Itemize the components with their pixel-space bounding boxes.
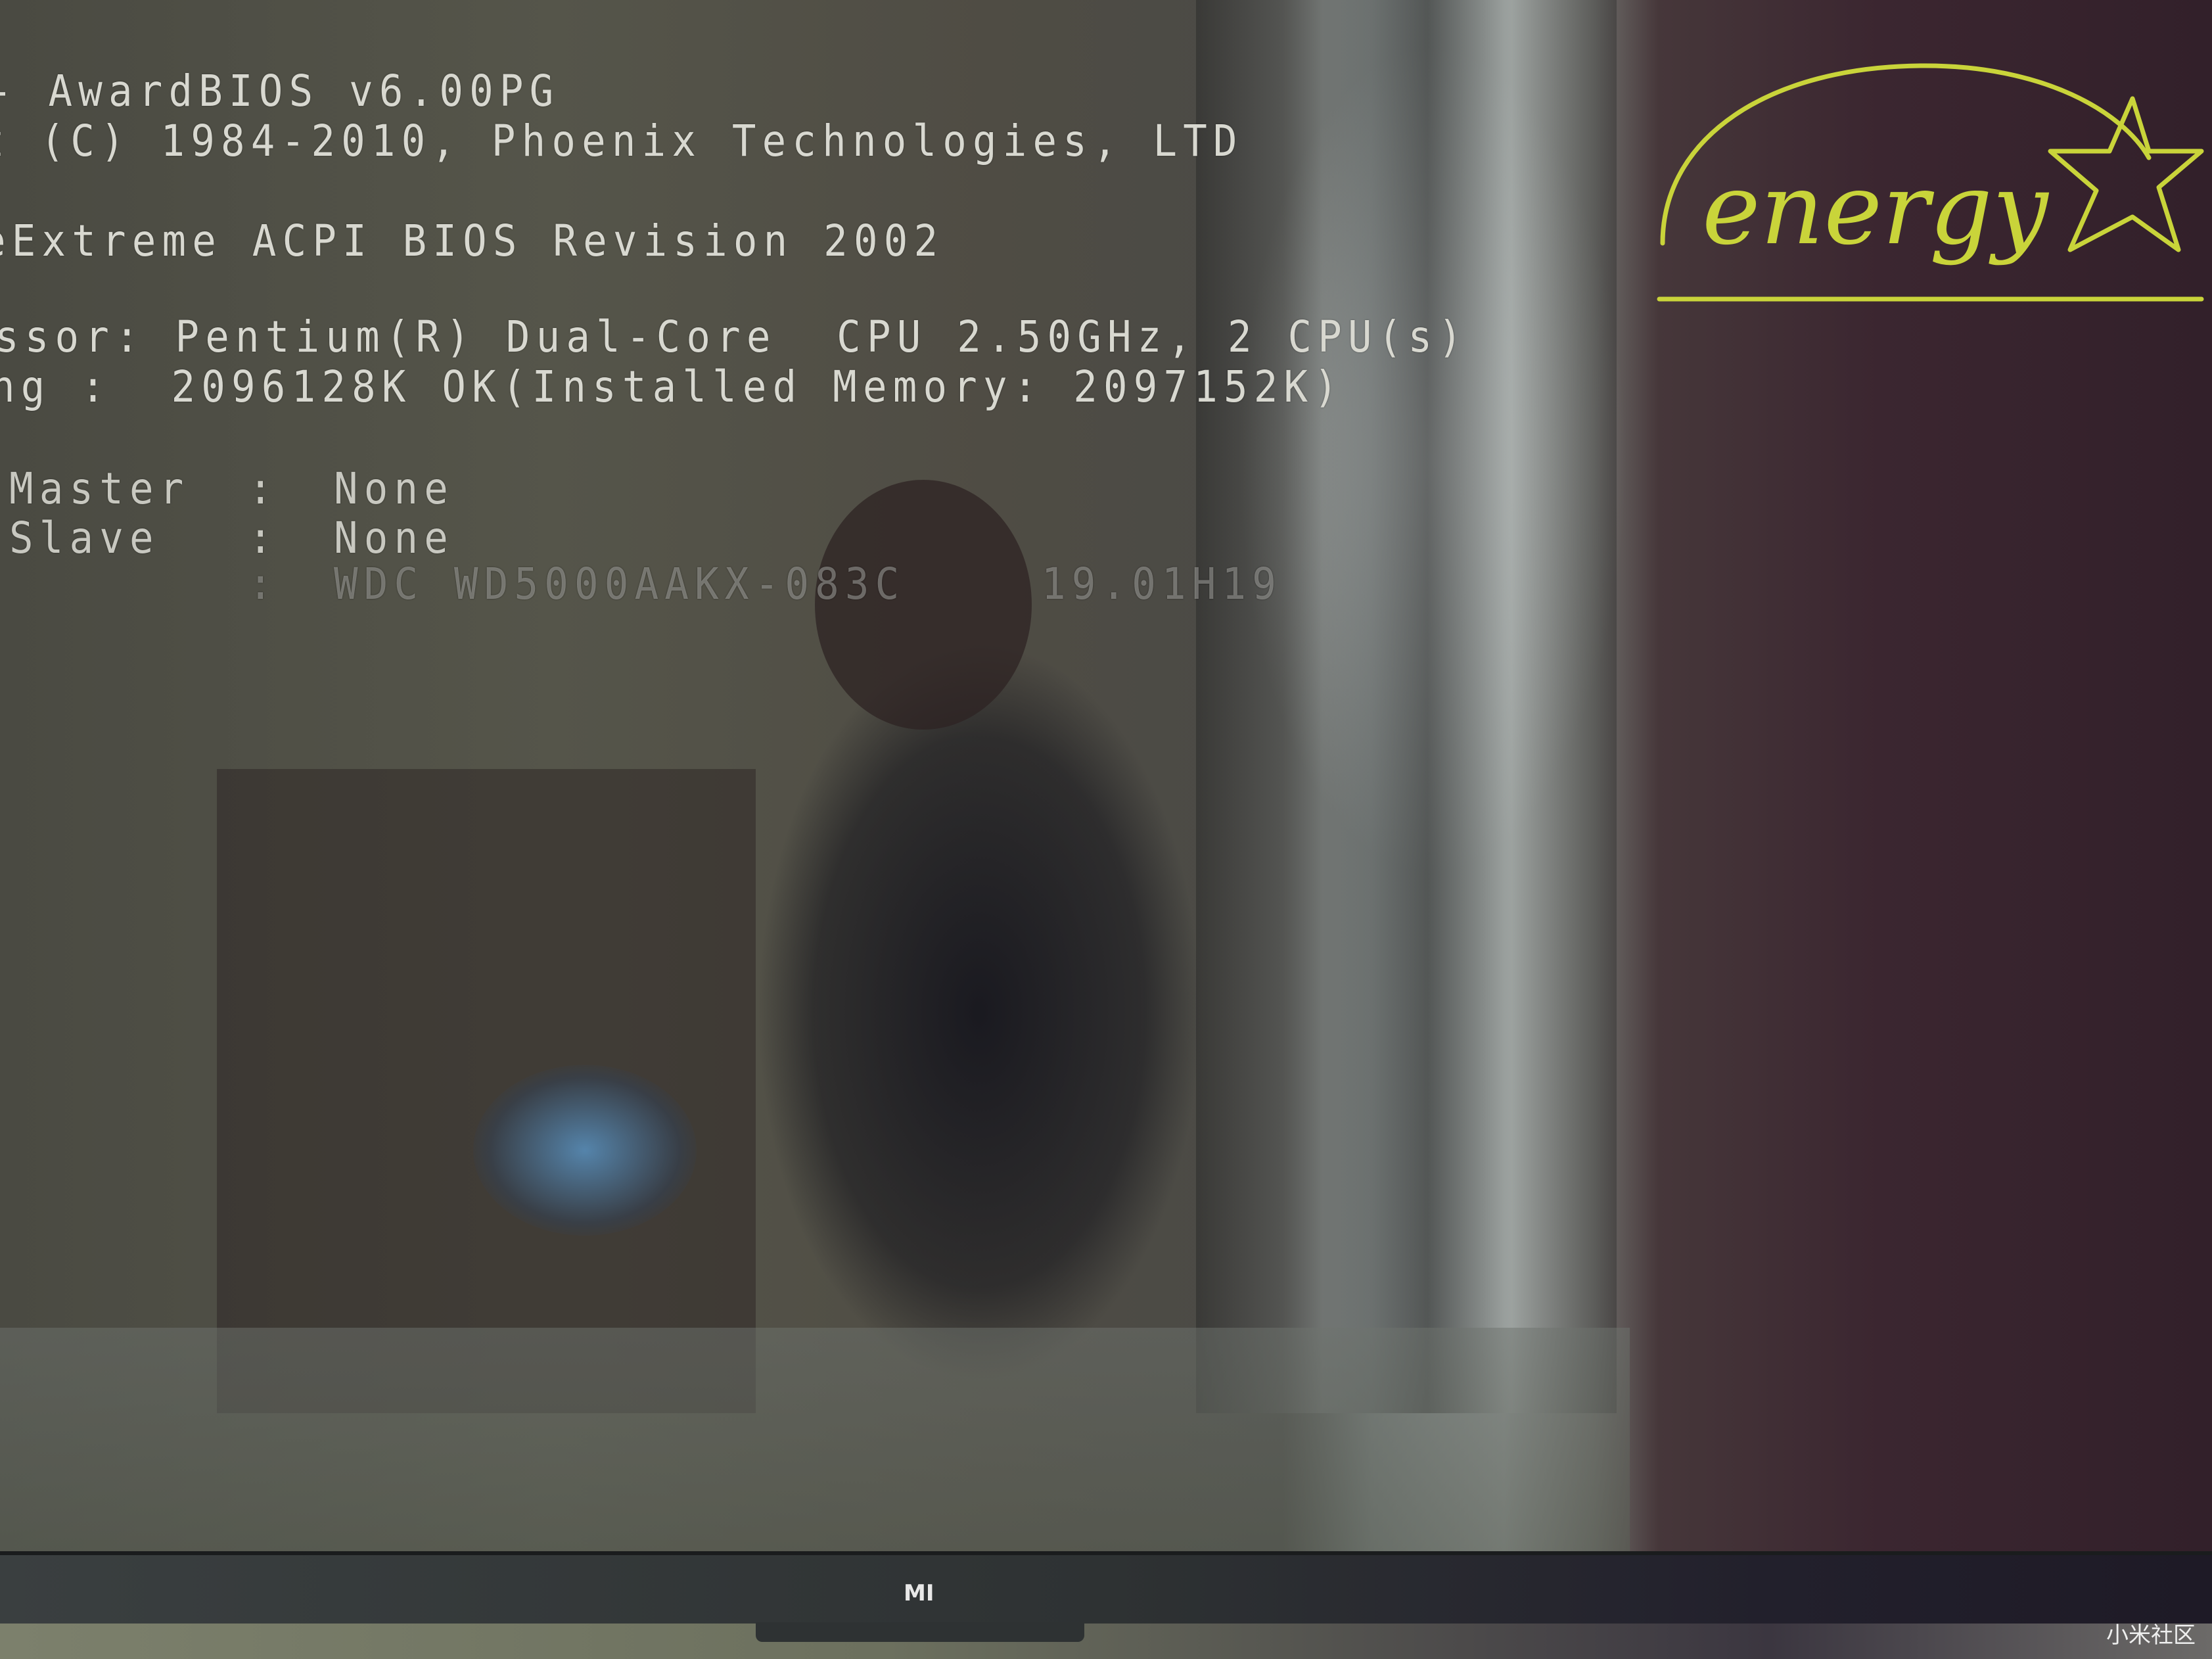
tv-brand-logo: MI bbox=[904, 1580, 934, 1606]
reflection-blue-light bbox=[473, 1065, 697, 1236]
bios-version-line: - AwardBIOS v6.00PG bbox=[0, 66, 560, 116]
drive-3-model: WDC WD5000AAKX-083C bbox=[334, 559, 906, 609]
energy-star-logo: energy bbox=[1657, 63, 2204, 302]
bios-memory-line: ng : 2096128K OK(Installed Memory: 20971… bbox=[0, 362, 1345, 412]
reflection-furniture bbox=[217, 769, 756, 1413]
watermark: 小米社区 bbox=[2106, 1622, 2196, 1648]
energy-star-text: energy bbox=[1702, 152, 2050, 267]
bios-acpi-line: eExtreme ACPI BIOS Revision 2002 bbox=[0, 216, 944, 266]
tv-stand bbox=[756, 1622, 1084, 1642]
drive-master-label: Master bbox=[9, 463, 190, 514]
energy-star-star bbox=[2048, 96, 2204, 252]
bios-processor-line: ssor: Pentium(R) Dual-Core CPU 2.50GHz, … bbox=[0, 312, 1469, 362]
drive-slave-label: Slave bbox=[9, 513, 160, 563]
drive-3-firmware: 19.01H19 bbox=[1042, 559, 1283, 609]
bios-screen: - AwardBIOS v6.00PG t (C) 1984-2010, Pho… bbox=[0, 0, 2212, 1558]
tv-bezel bbox=[0, 1551, 2212, 1627]
bios-copyright-line: t (C) 1984-2010, Phoenix Technologies, L… bbox=[0, 116, 1243, 166]
drive-slave-value: None bbox=[334, 513, 455, 563]
drive-slave-sep: : bbox=[248, 513, 279, 563]
table-surface bbox=[0, 1624, 2212, 1659]
drive-master-sep: : bbox=[248, 463, 279, 514]
drive-3-sep: : bbox=[248, 559, 279, 609]
reflection-floor bbox=[0, 1328, 1630, 1558]
drive-master-value: None bbox=[334, 463, 455, 514]
